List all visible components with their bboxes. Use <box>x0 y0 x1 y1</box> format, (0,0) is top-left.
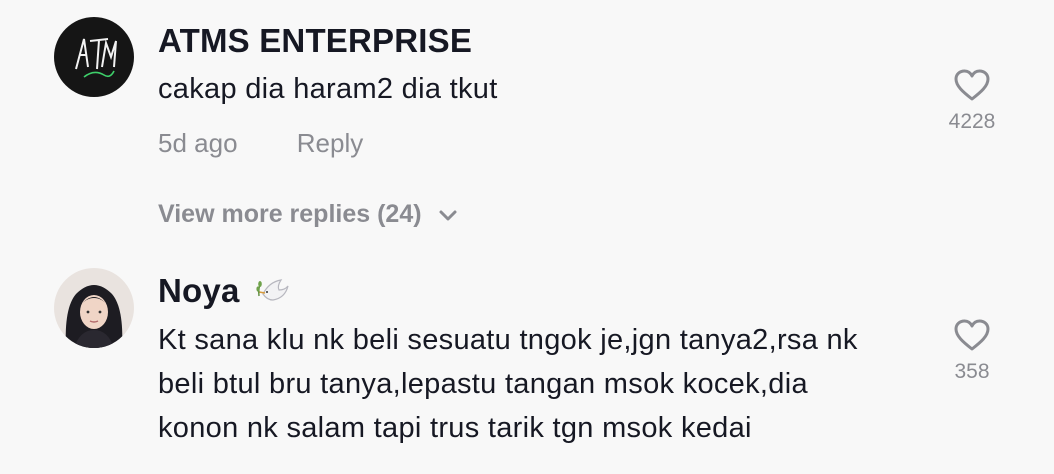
avatar[interactable] <box>54 17 134 97</box>
username[interactable]: Noya <box>158 272 240 309</box>
reply-button[interactable]: Reply <box>297 128 363 159</box>
like-button[interactable]: 4228 <box>932 68 1012 134</box>
comment-item: Noya Kt sana klu nk beli sesuatu tngok j… <box>0 250 1054 474</box>
comment-item: ATMS ENTERPRISE cakap dia haram2 dia tku… <box>0 0 1054 250</box>
comment-text-line: Kt sana klu nk beli sesuatu tngok je,jgn… <box>158 324 858 356</box>
like-count: 358 <box>954 360 990 383</box>
username[interactable]: ATMS ENTERPRISE <box>158 22 472 60</box>
comment-text-line: konon nk salam tapi trus tarik tgn msok … <box>158 412 752 444</box>
dove-olive-branch-icon <box>255 272 291 314</box>
atms-logo-icon <box>54 17 134 97</box>
like-button[interactable]: 358 <box>932 318 1012 384</box>
heart-icon <box>954 69 990 101</box>
heart-icon <box>954 319 990 351</box>
like-count: 4228 <box>948 110 996 133</box>
view-more-replies-button[interactable]: View more replies (24) <box>158 200 458 229</box>
avatar[interactable] <box>54 268 134 348</box>
profile-photo <box>54 268 134 348</box>
view-more-label: View more replies (24) <box>158 200 422 228</box>
timestamp: 5d ago <box>158 128 238 158</box>
comment-text: cakap dia haram2 dia tkut <box>158 73 498 105</box>
comment-meta: 5d ago Reply <box>158 128 363 159</box>
username-row: Noya <box>158 272 291 314</box>
chevron-down-icon <box>438 200 458 229</box>
comment-text-line: beli btul bru tanya,lepastu tangan msok … <box>158 368 808 400</box>
